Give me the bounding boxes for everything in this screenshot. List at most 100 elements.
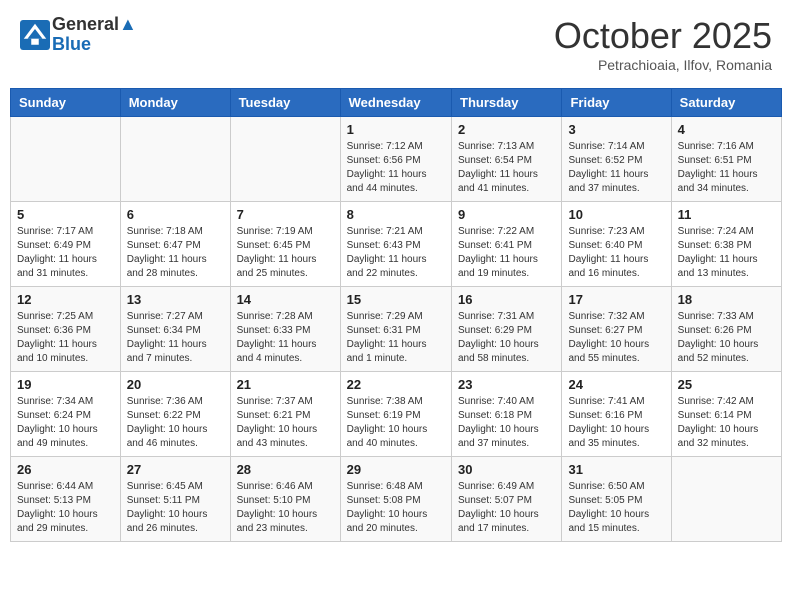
cell-date: 1 [347,122,445,137]
cell-info: Sunrise: 7:29 AM Sunset: 6:31 PM Dayligh… [347,310,445,366]
cell-date: 6 [127,207,224,222]
cell-info: Sunrise: 6:46 AM Sunset: 5:10 PM Dayligh… [237,480,334,536]
cell-info: Sunrise: 7:28 AM Sunset: 6:33 PM Dayligh… [237,310,334,366]
page-header: General▲ Blue October 2025 Petrachioaia,… [10,10,782,78]
calendar-week-3: 12 Sunrise: 7:25 AM Sunset: 6:36 PM Dayli… [11,287,782,372]
cell-info: Sunrise: 7:23 AM Sunset: 6:40 PM Dayligh… [568,225,664,281]
table-cell: 26 Sunrise: 6:44 AM Sunset: 5:13 PM Dayli… [11,457,121,542]
cell-info: Sunrise: 7:19 AM Sunset: 6:45 PM Dayligh… [237,225,334,281]
cell-info: Sunrise: 7:36 AM Sunset: 6:22 PM Dayligh… [127,395,224,451]
cell-date: 13 [127,292,224,307]
header-monday: Monday [120,89,230,117]
cell-info: Sunrise: 7:40 AM Sunset: 6:18 PM Dayligh… [458,395,555,451]
table-cell: 23 Sunrise: 7:40 AM Sunset: 6:18 PM Dayli… [452,372,562,457]
table-cell: 21 Sunrise: 7:37 AM Sunset: 6:21 PM Dayli… [230,372,340,457]
table-cell: 11Sunrise: 7:24 AM Sunset: 6:38 PM Dayli… [671,202,781,287]
table-cell: 22Sunrise: 7:38 AM Sunset: 6:19 PM Dayli… [340,372,451,457]
logo-text-block: General▲ Blue [52,15,137,55]
cell-date: 26 [17,462,114,477]
logo-line2: Blue [52,35,137,55]
cell-info: Sunrise: 6:44 AM Sunset: 5:13 PM Dayligh… [17,480,114,536]
table-cell [120,117,230,202]
table-cell: 3 Sunrise: 7:14 AM Sunset: 6:52 PM Daylig… [562,117,671,202]
header-friday: Friday [562,89,671,117]
table-cell [230,117,340,202]
logo-line1: General▲ [52,15,137,35]
cell-info: Sunrise: 7:27 AM Sunset: 6:34 PM Dayligh… [127,310,224,366]
cell-date: 12 [17,292,114,307]
cell-info: Sunrise: 7:34 AM Sunset: 6:24 PM Dayligh… [17,395,114,451]
cell-date: 21 [237,377,334,392]
table-cell: 29 Sunrise: 6:48 AM Sunset: 5:08 PM Dayli… [340,457,451,542]
cell-info: Sunrise: 7:42 AM Sunset: 6:14 PM Dayligh… [678,395,775,451]
header-wednesday: Wednesday [340,89,451,117]
title-section: October 2025 Petrachioaia, Ilfov, Romani… [554,15,772,73]
table-cell: 30 Sunrise: 6:49 AM Sunset: 5:07 PM Dayli… [452,457,562,542]
calendar-header-row: Sunday Monday Tuesday Wednesday Thursday… [11,89,782,117]
cell-date: 29 [347,462,445,477]
cell-info: Sunrise: 7:31 AM Sunset: 6:29 PM Dayligh… [458,310,555,366]
cell-date: 8 [347,207,445,222]
cell-info: Sunrise: 7:17 AM Sunset: 6:49 PM Dayligh… [17,225,114,281]
cell-date: 14 [237,292,334,307]
cell-date: 23 [458,377,555,392]
cell-date: 4 [678,122,775,137]
cell-info: Sunrise: 6:49 AM Sunset: 5:07 PM Dayligh… [458,480,555,536]
cell-info: Sunrise: 7:25 AM Sunset: 6:36 PM Dayligh… [17,310,114,366]
table-cell: 5 Sunrise: 7:17 AM Sunset: 6:49 PM Daylig… [11,202,121,287]
cell-info: Sunrise: 6:48 AM Sunset: 5:08 PM Dayligh… [347,480,445,536]
month-title: October 2025 [554,15,772,57]
cell-date: 19 [17,377,114,392]
cell-date: 27 [127,462,224,477]
cell-info: Sunrise: 7:14 AM Sunset: 6:52 PM Dayligh… [568,140,664,196]
location-title: Petrachioaia, Ilfov, Romania [554,57,772,73]
table-cell: 9Sunrise: 7:22 AM Sunset: 6:41 PM Daylig… [452,202,562,287]
calendar-week-4: 19 Sunrise: 7:34 AM Sunset: 6:24 PM Dayli… [11,372,782,457]
calendar-week-1: 1Sunrise: 7:12 AM Sunset: 6:56 PM Daylig… [11,117,782,202]
cell-info: Sunrise: 6:45 AM Sunset: 5:11 PM Dayligh… [127,480,224,536]
cell-info: Sunrise: 7:33 AM Sunset: 6:26 PM Dayligh… [678,310,775,366]
cell-info: Sunrise: 7:13 AM Sunset: 6:54 PM Dayligh… [458,140,555,196]
table-cell: 10 Sunrise: 7:23 AM Sunset: 6:40 PM Dayli… [562,202,671,287]
table-cell: 13 Sunrise: 7:27 AM Sunset: 6:34 PM Dayli… [120,287,230,372]
table-cell: 16Sunrise: 7:31 AM Sunset: 6:29 PM Dayli… [452,287,562,372]
cell-info: Sunrise: 7:32 AM Sunset: 6:27 PM Dayligh… [568,310,664,366]
cell-date: 3 [568,122,664,137]
cell-date: 22 [347,377,445,392]
calendar-table: Sunday Monday Tuesday Wednesday Thursday… [10,88,782,542]
table-cell: 20 Sunrise: 7:36 AM Sunset: 6:22 PM Dayli… [120,372,230,457]
cell-date: 7 [237,207,334,222]
cell-date: 2 [458,122,555,137]
cell-info: Sunrise: 7:16 AM Sunset: 6:51 PM Dayligh… [678,140,775,196]
table-cell: 4 Sunrise: 7:16 AM Sunset: 6:51 PM Daylig… [671,117,781,202]
header-sunday: Sunday [11,89,121,117]
table-cell: 19 Sunrise: 7:34 AM Sunset: 6:24 PM Dayli… [11,372,121,457]
table-cell: 25Sunrise: 7:42 AM Sunset: 6:14 PM Dayli… [671,372,781,457]
logo: General▲ Blue [20,15,137,55]
cell-date: 24 [568,377,664,392]
cell-date: 9 [458,207,555,222]
cell-date: 30 [458,462,555,477]
table-cell: 15Sunrise: 7:29 AM Sunset: 6:31 PM Dayli… [340,287,451,372]
table-cell: 27 Sunrise: 6:45 AM Sunset: 5:11 PM Dayli… [120,457,230,542]
header-tuesday: Tuesday [230,89,340,117]
calendar-week-5: 26 Sunrise: 6:44 AM Sunset: 5:13 PM Dayli… [11,457,782,542]
table-cell: 7 Sunrise: 7:19 AM Sunset: 6:45 PM Daylig… [230,202,340,287]
cell-date: 10 [568,207,664,222]
header-thursday: Thursday [452,89,562,117]
table-cell: 1Sunrise: 7:12 AM Sunset: 6:56 PM Daylig… [340,117,451,202]
header-saturday: Saturday [671,89,781,117]
cell-info: Sunrise: 7:37 AM Sunset: 6:21 PM Dayligh… [237,395,334,451]
table-cell: 14 Sunrise: 7:28 AM Sunset: 6:33 PM Dayli… [230,287,340,372]
logo-icon [20,20,50,50]
cell-info: Sunrise: 7:21 AM Sunset: 6:43 PM Dayligh… [347,225,445,281]
cell-info: Sunrise: 7:18 AM Sunset: 6:47 PM Dayligh… [127,225,224,281]
cell-date: 31 [568,462,664,477]
cell-date: 28 [237,462,334,477]
table-cell: 6 Sunrise: 7:18 AM Sunset: 6:47 PM Daylig… [120,202,230,287]
table-cell: 2 Sunrise: 7:13 AM Sunset: 6:54 PM Daylig… [452,117,562,202]
cell-date: 5 [17,207,114,222]
cell-date: 17 [568,292,664,307]
cell-date: 20 [127,377,224,392]
table-cell: 17 Sunrise: 7:32 AM Sunset: 6:27 PM Dayli… [562,287,671,372]
